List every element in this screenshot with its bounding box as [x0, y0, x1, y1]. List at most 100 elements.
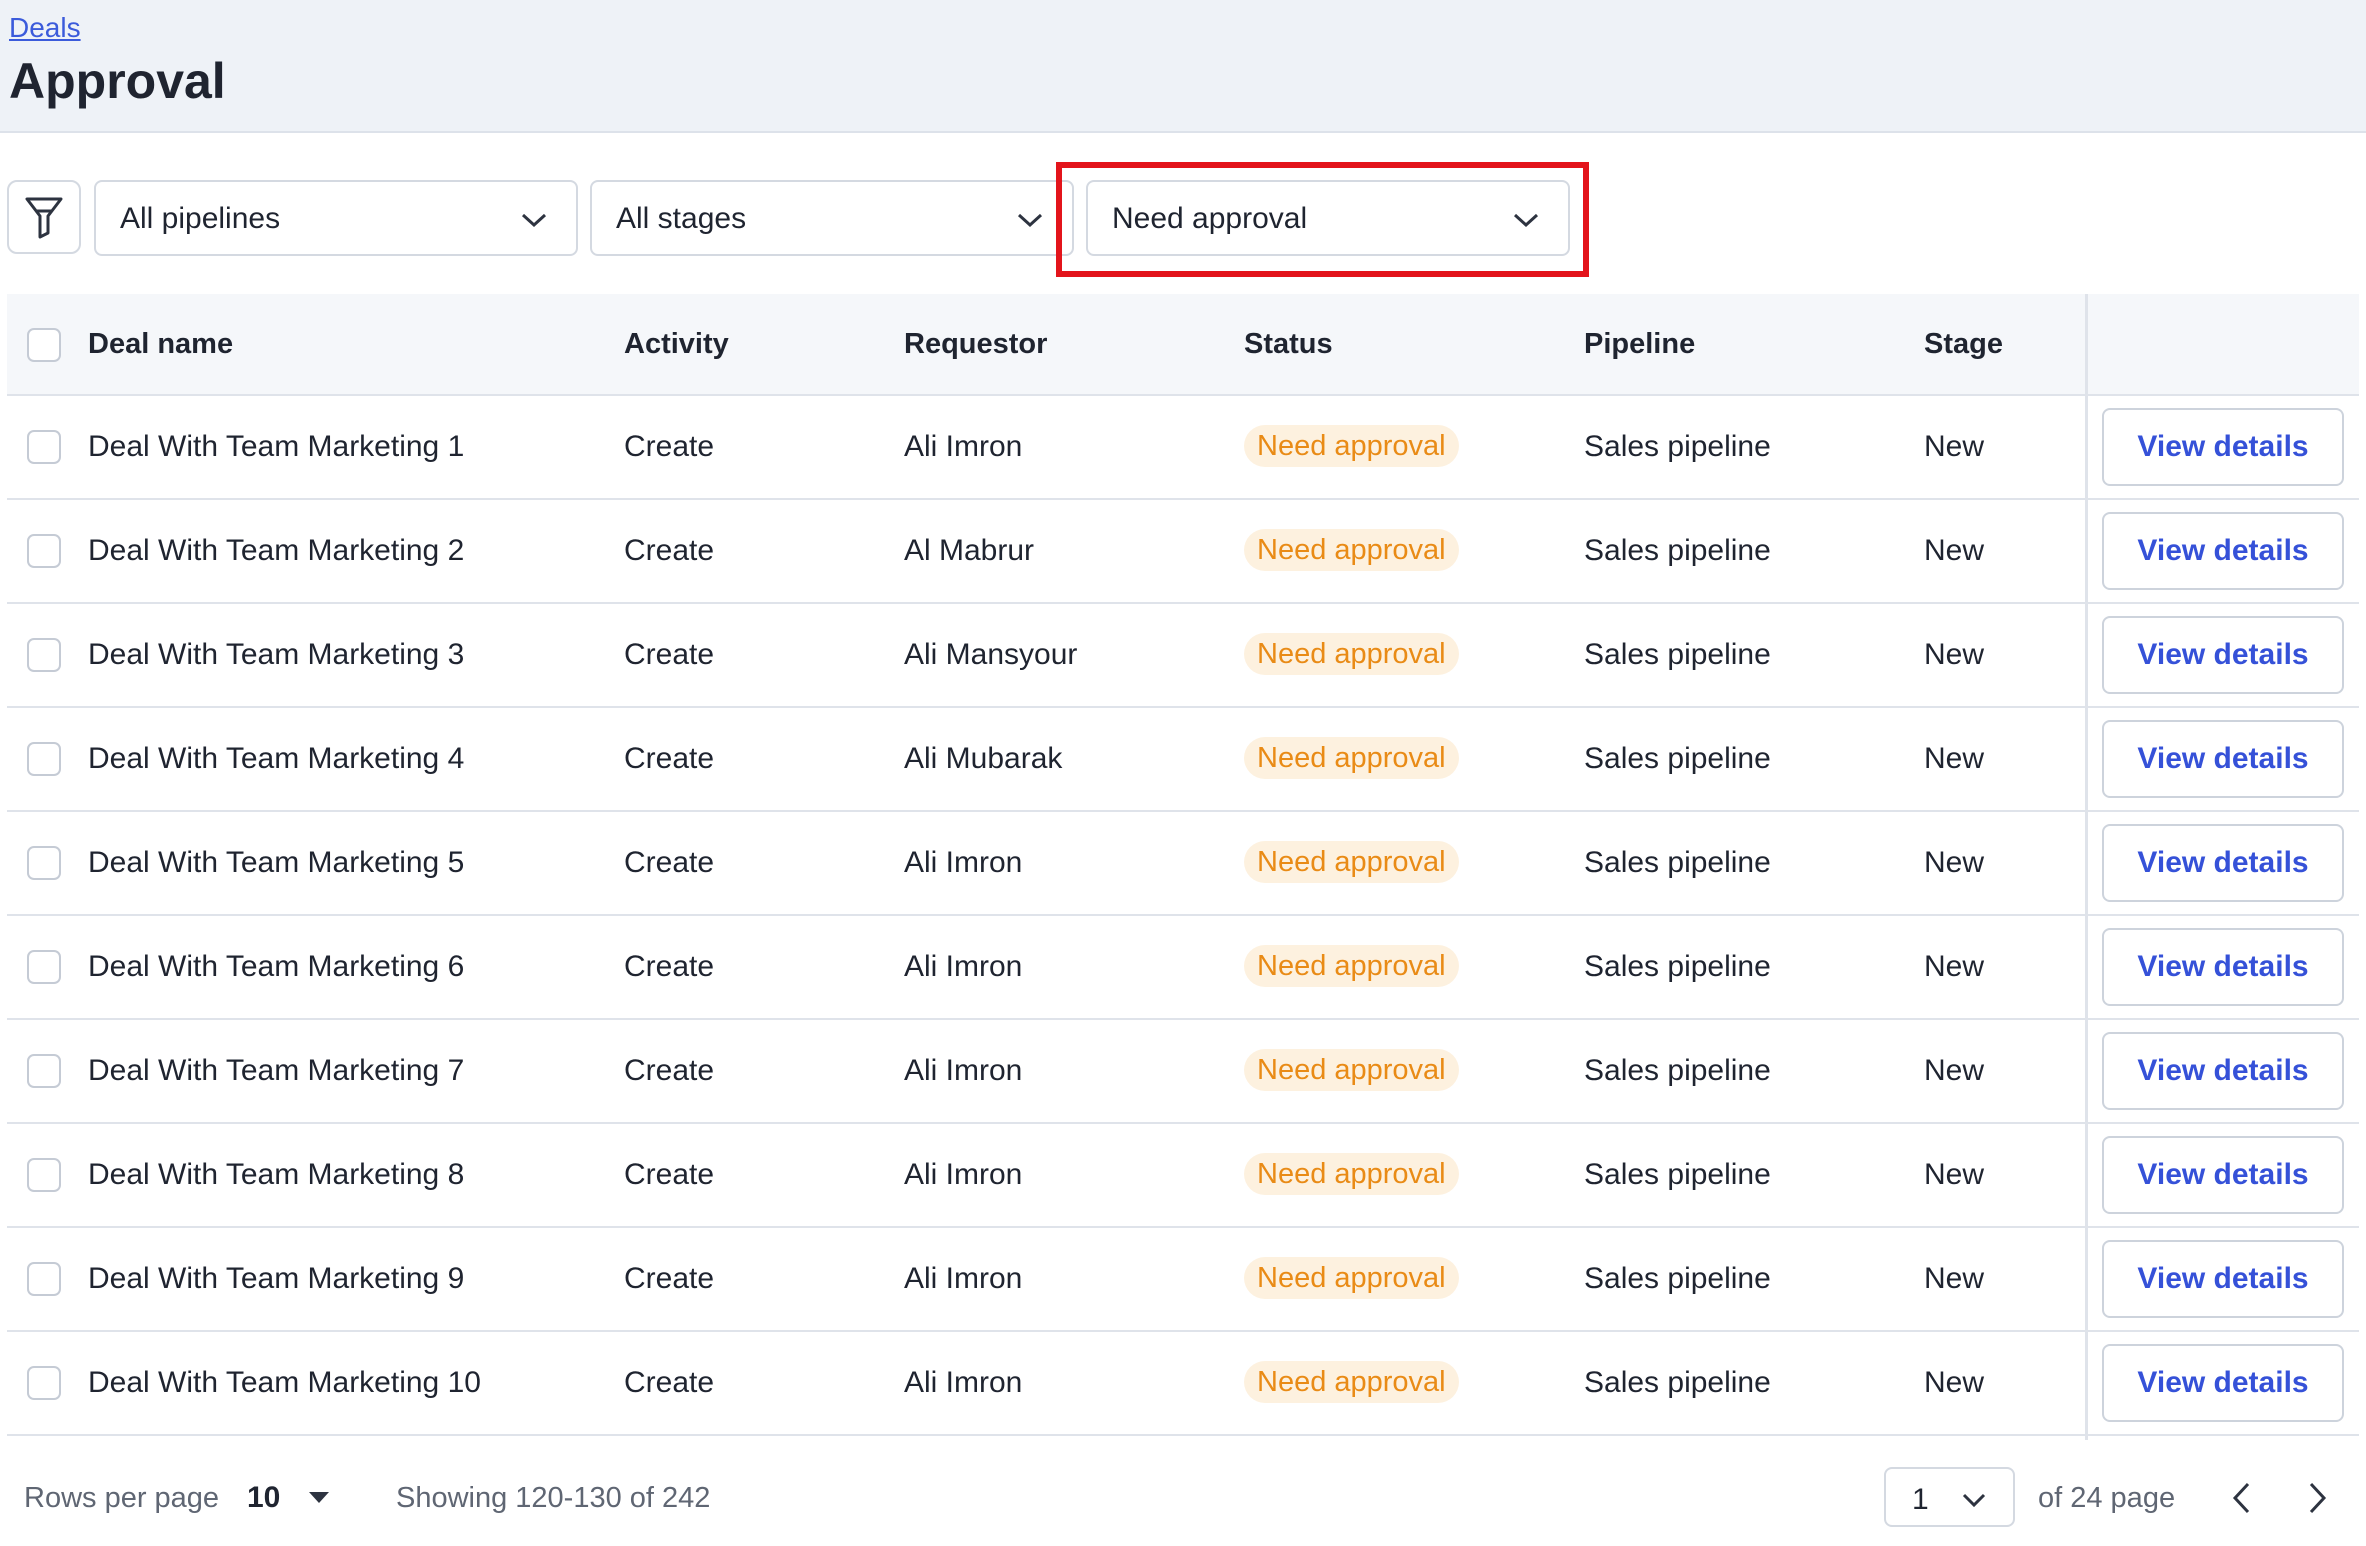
- view-details-button[interactable]: View details: [2102, 1240, 2344, 1318]
- stage-cell: New: [1924, 1366, 1985, 1399]
- column-header-activity[interactable]: Activity: [624, 328, 729, 361]
- page-number-value: 1: [1912, 1483, 1929, 1516]
- page-number-select[interactable]: 1: [1884, 1467, 2015, 1527]
- column-header-deal-name[interactable]: Deal name: [88, 328, 233, 361]
- column-header-pipeline[interactable]: Pipeline: [1584, 328, 1695, 361]
- view-details-button[interactable]: View details: [2102, 720, 2344, 798]
- pipeline-select-value: All pipelines: [120, 202, 281, 235]
- row-checkbox[interactable]: [27, 1158, 61, 1192]
- column-header-requestor[interactable]: Requestor: [904, 328, 1047, 361]
- page-header: Deals Approval: [0, 0, 2366, 133]
- activity-cell: Create: [624, 1158, 715, 1191]
- view-details-button[interactable]: View details: [2102, 616, 2344, 694]
- pipeline-cell: Sales pipeline: [1584, 1262, 1771, 1295]
- status-badge: Need approval: [1244, 529, 1459, 571]
- table-row: Deal With Team Marketing 5 Create Ali Imro…: [7, 812, 2359, 916]
- row-checkbox[interactable]: [27, 846, 61, 880]
- status-badge: Need approval: [1244, 1049, 1459, 1091]
- funnel-icon: [25, 197, 63, 239]
- view-details-button[interactable]: View details: [2102, 928, 2344, 1006]
- stage-cell: New: [1924, 1054, 1985, 1087]
- view-details-button[interactable]: View details: [2102, 1032, 2344, 1110]
- stage-select-value: All stages: [616, 202, 747, 235]
- deal-name-cell: Deal With Team Marketing 9: [88, 1262, 465, 1295]
- stage-cell: New: [1924, 638, 1985, 671]
- caret-down-icon[interactable]: [309, 1492, 329, 1503]
- activity-cell: Create: [624, 638, 715, 671]
- activity-cell: Create: [624, 1366, 715, 1399]
- deal-name-cell: Deal With Team Marketing 5: [88, 846, 465, 879]
- requestor-cell: Al Mabrur: [904, 534, 1035, 567]
- status-badge: Need approval: [1244, 1257, 1459, 1299]
- table-row: Deal With Team Marketing 7 Create Ali Imro…: [7, 1020, 2359, 1124]
- chevron-down-icon: [521, 213, 547, 228]
- table-row: Deal With Team Marketing 6 Create Ali Imro…: [7, 916, 2359, 1020]
- page-title: Approval: [9, 53, 226, 109]
- table-row: Deal With Team Marketing 9 Create Ali Imro…: [7, 1228, 2359, 1332]
- pipeline-cell: Sales pipeline: [1584, 1054, 1771, 1087]
- pipeline-select[interactable]: All pipelines: [94, 180, 578, 256]
- table-row: Deal With Team Marketing 8 Create Ali Imro…: [7, 1124, 2359, 1228]
- row-checkbox[interactable]: [27, 638, 61, 672]
- deal-name-cell: Deal With Team Marketing 10: [88, 1366, 481, 1399]
- chevron-down-icon: [1017, 213, 1043, 228]
- view-details-button[interactable]: View details: [2102, 1344, 2344, 1422]
- next-page-button[interactable]: [2297, 1476, 2337, 1520]
- view-details-button[interactable]: View details: [2102, 1136, 2344, 1214]
- pipeline-cell: Sales pipeline: [1584, 1158, 1771, 1191]
- row-checkbox[interactable]: [27, 1366, 61, 1400]
- filter-button[interactable]: [7, 180, 81, 254]
- pipeline-cell: Sales pipeline: [1584, 1366, 1771, 1399]
- chevron-left-icon: [2232, 1482, 2250, 1514]
- previous-page-button[interactable]: [2222, 1476, 2262, 1520]
- pipeline-cell: Sales pipeline: [1584, 430, 1771, 463]
- requestor-cell: Ali Imron: [904, 1158, 1023, 1191]
- column-header-status[interactable]: Status: [1244, 328, 1333, 361]
- view-details-button[interactable]: View details: [2102, 824, 2344, 902]
- rows-per-page-label: Rows per page: [24, 1482, 220, 1514]
- stage-cell: New: [1924, 1158, 1985, 1191]
- status-badge: Need approval: [1244, 425, 1459, 467]
- activity-cell: Create: [624, 430, 715, 463]
- stage-cell: New: [1924, 534, 1985, 567]
- activity-cell: Create: [624, 534, 715, 567]
- table-row: Deal With Team Marketing 2 Create Al Mabru…: [7, 500, 2359, 604]
- deal-name-cell: Deal With Team Marketing 7: [88, 1054, 465, 1087]
- requestor-cell: Ali Imron: [904, 1366, 1023, 1399]
- row-checkbox[interactable]: [27, 1262, 61, 1296]
- stage-cell: New: [1924, 742, 1985, 775]
- deal-name-cell: Deal With Team Marketing 4: [88, 742, 465, 775]
- highlight-box: [1056, 162, 1589, 277]
- row-checkbox[interactable]: [27, 742, 61, 776]
- status-badge: Need approval: [1244, 1153, 1459, 1195]
- showing-range: Showing 120-130 of 242: [396, 1482, 711, 1514]
- table-header: Deal name Activity Requestor Status Pipe…: [7, 294, 2359, 396]
- stage-select[interactable]: All stages: [590, 180, 1074, 256]
- status-badge: Need approval: [1244, 737, 1459, 779]
- row-checkbox[interactable]: [27, 950, 61, 984]
- breadcrumb-deals-link[interactable]: Deals: [9, 12, 81, 44]
- column-header-stage[interactable]: Stage: [1924, 328, 2003, 361]
- pipeline-cell: Sales pipeline: [1584, 742, 1771, 775]
- requestor-cell: Ali Imron: [904, 950, 1023, 983]
- row-checkbox[interactable]: [27, 534, 61, 568]
- row-checkbox[interactable]: [27, 430, 61, 464]
- status-badge: Need approval: [1244, 841, 1459, 883]
- stage-cell: New: [1924, 430, 1985, 463]
- rows-per-page-value[interactable]: 10: [247, 1481, 280, 1515]
- select-all-checkbox[interactable]: [27, 328, 61, 362]
- stage-cell: New: [1924, 1262, 1985, 1295]
- pipeline-cell: Sales pipeline: [1584, 950, 1771, 983]
- deal-name-cell: Deal With Team Marketing 6: [88, 950, 465, 983]
- deal-name-cell: Deal With Team Marketing 3: [88, 638, 465, 671]
- activity-cell: Create: [624, 1262, 715, 1295]
- stage-cell: New: [1924, 846, 1985, 879]
- pipeline-cell: Sales pipeline: [1584, 638, 1771, 671]
- status-badge: Need approval: [1244, 1361, 1459, 1403]
- row-checkbox[interactable]: [27, 1054, 61, 1088]
- requestor-cell: Ali Mansyour: [904, 638, 1078, 671]
- view-details-button[interactable]: View details: [2102, 512, 2344, 590]
- stage-cell: New: [1924, 950, 1985, 983]
- view-details-button[interactable]: View details: [2102, 408, 2344, 486]
- status-badge: Need approval: [1244, 633, 1459, 675]
